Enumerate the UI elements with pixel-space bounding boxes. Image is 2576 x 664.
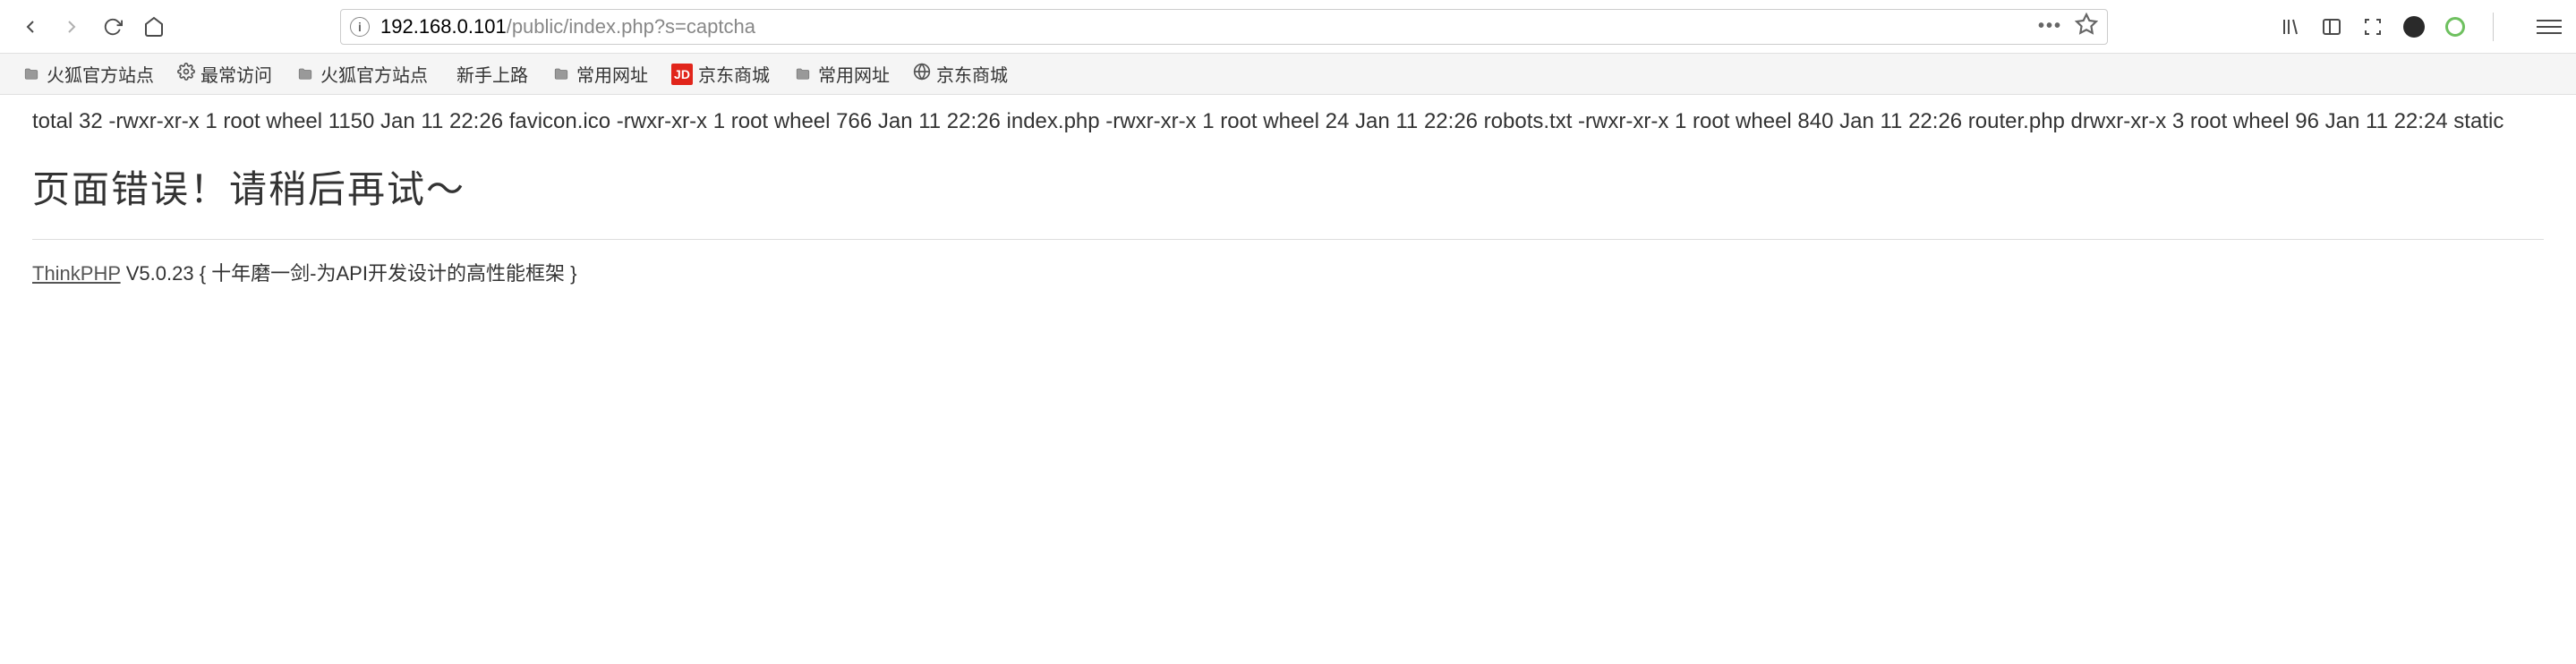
browser-toolbar: i 192.168.0.101/public/index.php?s=captc… bbox=[0, 0, 2576, 54]
bookmark-item-0[interactable]: 火狐官方站点 bbox=[21, 61, 154, 87]
footer-text: V5.0.23 { 十年磨一剑-为API开发设计的高性能框架 } bbox=[121, 262, 577, 285]
bookmark-item-2[interactable]: 火狐官方站点 bbox=[295, 61, 428, 87]
url-text[interactable]: 192.168.0.101/public/index.php?s=captcha bbox=[380, 15, 2038, 38]
forward-button[interactable] bbox=[55, 11, 88, 43]
url-path: /public/index.php?s=captcha bbox=[507, 15, 755, 38]
toolbar-separator bbox=[2493, 13, 2494, 41]
bookmark-label: 新手上路 bbox=[456, 61, 528, 87]
page-content: total 32 -rwxr-xr-x 1 root wheel 1150 Ja… bbox=[0, 95, 2576, 297]
divider bbox=[32, 239, 2544, 240]
bookmark-item-6[interactable]: 常用网址 bbox=[793, 61, 890, 87]
bookmark-label: 常用网址 bbox=[576, 61, 648, 87]
error-heading: 页面错误！请稍后再试～ bbox=[32, 159, 2544, 214]
back-button[interactable] bbox=[14, 11, 47, 43]
more-icon[interactable]: ••• bbox=[2038, 16, 2062, 37]
url-bar[interactable]: i 192.168.0.101/public/index.php?s=captc… bbox=[340, 9, 2108, 45]
bookmark-label: 最常访问 bbox=[200, 61, 272, 87]
bookmark-item-4[interactable]: 常用网址 bbox=[551, 61, 648, 87]
info-icon[interactable]: i bbox=[350, 17, 370, 37]
bookmark-item-3[interactable]: 新手上路 bbox=[451, 61, 528, 87]
bookmarks-bar: 火狐官方站点最常访问火狐官方站点新手上路常用网址JD京东商城常用网址京东商城 bbox=[0, 54, 2576, 95]
dark-circle-icon[interactable] bbox=[2401, 14, 2427, 39]
bookmark-label: 火狐官方站点 bbox=[47, 61, 154, 87]
folder-icon bbox=[21, 66, 41, 82]
folder-icon bbox=[793, 66, 813, 82]
folder-icon bbox=[295, 66, 315, 82]
bookmark-label: 火狐官方站点 bbox=[320, 61, 428, 87]
library-icon[interactable] bbox=[2278, 14, 2303, 39]
bookmark-label: 京东商城 bbox=[936, 61, 1008, 87]
right-toolbar bbox=[2278, 13, 2562, 41]
bookmark-item-5[interactable]: JD京东商城 bbox=[671, 61, 770, 87]
thinkphp-link[interactable]: ThinkPHP bbox=[32, 262, 121, 285]
home-button[interactable] bbox=[138, 11, 170, 43]
green-circle-icon[interactable] bbox=[2443, 14, 2468, 39]
reload-button[interactable] bbox=[97, 11, 129, 43]
gear-icon bbox=[177, 63, 195, 86]
footer-line: ThinkPHP V5.0.23 { 十年磨一剑-为API开发设计的高性能框架 … bbox=[32, 258, 2544, 286]
url-host: 192.168.0.101 bbox=[380, 15, 507, 38]
url-actions: ••• bbox=[2038, 13, 2098, 41]
bookmark-item-1[interactable]: 最常访问 bbox=[177, 61, 272, 87]
bookmark-label: 常用网址 bbox=[818, 61, 890, 87]
bookmark-label: 京东商城 bbox=[698, 61, 770, 87]
folder-icon bbox=[551, 66, 571, 82]
bookmark-item-7[interactable]: 京东商城 bbox=[913, 61, 1008, 87]
terminal-output: total 32 -rwxr-xr-x 1 root wheel 1150 Ja… bbox=[32, 106, 2544, 138]
sidebar-icon[interactable] bbox=[2319, 14, 2344, 39]
screenshot-icon[interactable] bbox=[2360, 14, 2385, 39]
globe-icon bbox=[913, 63, 931, 86]
bookmark-star-icon[interactable] bbox=[2075, 13, 2098, 41]
jd-icon: JD bbox=[671, 64, 693, 85]
menu-icon[interactable] bbox=[2537, 14, 2562, 39]
